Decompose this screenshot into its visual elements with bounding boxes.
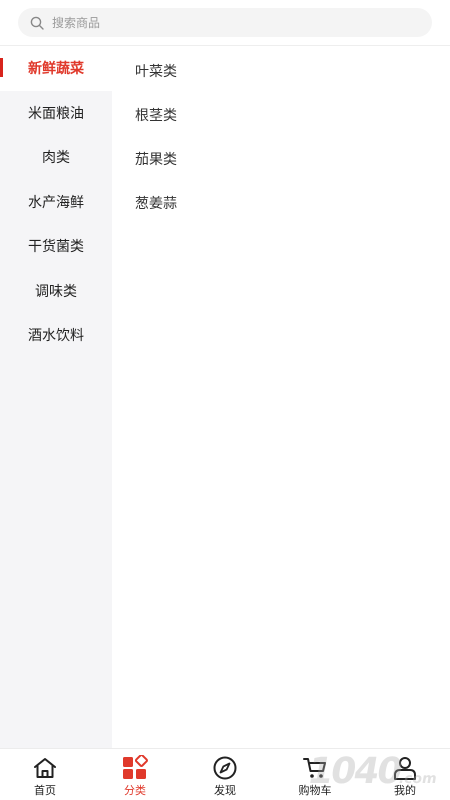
subcategory-nightshade[interactable]: 茄果类: [112, 137, 450, 181]
sidebar-item-label: 米面粮油: [28, 105, 84, 122]
sidebar-item-drinks[interactable]: 酒水饮料: [0, 313, 112, 358]
category-icon: [123, 755, 148, 779]
sidebar-item-label: 新鲜蔬菜: [28, 61, 84, 78]
sidebar-item-label: 水产海鲜: [28, 194, 84, 211]
search-box[interactable]: [18, 8, 432, 37]
subcategory-root[interactable]: 根茎类: [112, 93, 450, 137]
subcategory-label: 茄果类: [135, 152, 177, 168]
subcategory-allium[interactable]: 葱姜蒜: [112, 181, 450, 225]
subcategory-label: 叶菜类: [135, 64, 177, 80]
tab-label: 我的: [394, 784, 416, 797]
sidebar-item-label: 调味类: [35, 283, 77, 300]
sidebar-item-seasoning[interactable]: 调味类: [0, 269, 112, 314]
subcategory-leafy[interactable]: 叶菜类: [112, 49, 450, 93]
search-icon: [30, 16, 44, 30]
sidebar-item-label: 酒水饮料: [28, 328, 84, 345]
sidebar-item-grain-oil[interactable]: 米面粮油: [0, 91, 112, 136]
subcategory-panel: 叶菜类 根茎类 茄果类 葱姜蒜: [112, 46, 450, 748]
search-input[interactable]: [52, 15, 392, 30]
search-bar: [0, 0, 450, 46]
sidebar-item-seafood[interactable]: 水产海鲜: [0, 180, 112, 225]
sidebar-item-fresh-vegetables[interactable]: 新鲜蔬菜: [0, 46, 112, 91]
category-sidebar: 新鲜蔬菜 米面粮油 肉类 水产海鲜 干货菌类 调味类 酒水饮料: [0, 46, 112, 748]
subcategory-label: 葱姜蒜: [135, 196, 177, 212]
home-icon: [34, 758, 56, 778]
tab-label: 购物车: [298, 784, 332, 797]
sidebar-item-meat[interactable]: 肉类: [0, 135, 112, 180]
tab-label: 首页: [34, 784, 56, 797]
sidebar-item-label: 干货菌类: [28, 239, 84, 256]
sidebar-item-label: 肉类: [42, 150, 70, 167]
tab-profile[interactable]: 我的: [360, 749, 450, 800]
tab-home[interactable]: 首页: [0, 749, 90, 800]
tab-category[interactable]: 分类: [90, 749, 180, 800]
tab-label: 分类: [124, 784, 146, 797]
compass-icon: [213, 756, 237, 780]
tab-discover[interactable]: 发现: [180, 749, 270, 800]
tab-cart[interactable]: 购物车: [270, 749, 360, 800]
subcategory-label: 根茎类: [135, 108, 177, 124]
sidebar-item-dried-fungi[interactable]: 干货菌类: [0, 224, 112, 269]
cart-icon: [303, 758, 326, 778]
bottom-tab-bar: 首页 分类 发现 购物车 我的: [0, 748, 450, 800]
tab-label: 发现: [214, 784, 236, 797]
profile-icon: [394, 757, 416, 780]
